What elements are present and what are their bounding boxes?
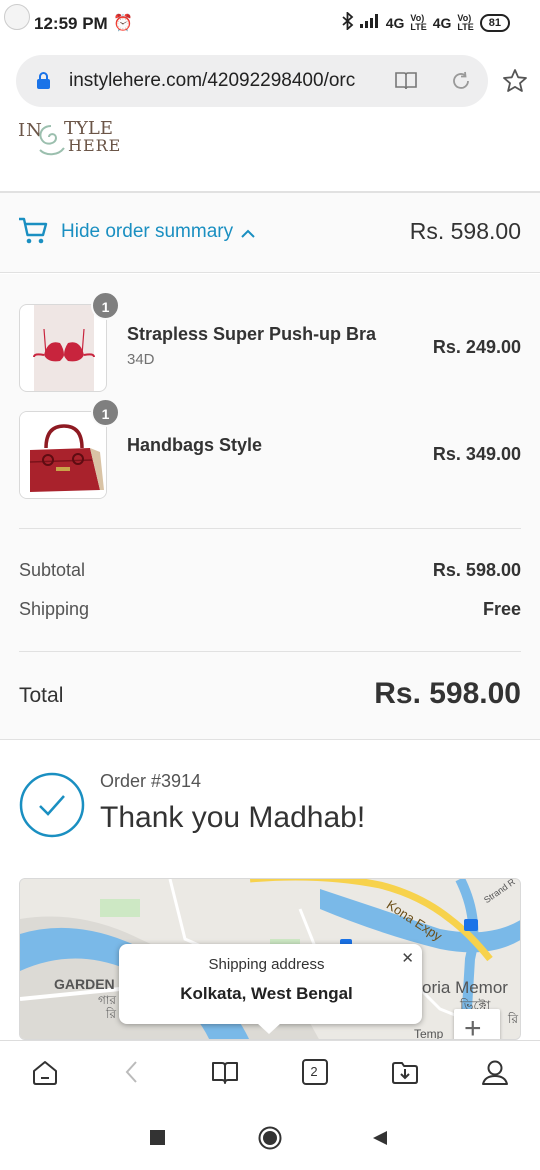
order-number: Order #3914 xyxy=(100,771,202,791)
subtotal-value: Rs. 598.00 xyxy=(432,560,521,580)
map-label-garden-local-2: রি xyxy=(106,1007,117,1021)
line-item: 1 Strapless Super Push-up Bra 34D Rs. 24… xyxy=(19,291,521,392)
plus-icon: + xyxy=(464,1012,482,1040)
signal-strength-icon xyxy=(359,14,380,31)
summary-total-price: Rs. 598.00 xyxy=(409,218,521,244)
alarm-off-icon: ⏰ xyxy=(113,15,133,32)
product-variant: 34D xyxy=(127,351,155,368)
store-logo[interactable]: IN TYLE HERE xyxy=(18,116,122,160)
network-type-2: 4G xyxy=(432,14,452,31)
zoom-in-button[interactable]: + xyxy=(454,1009,500,1040)
back-icon[interactable] xyxy=(118,1057,148,1087)
logo-swirl-icon xyxy=(39,125,65,156)
bookmarks-book-icon[interactable] xyxy=(210,1057,240,1087)
thank-you-heading: Thank you Madhab! xyxy=(100,801,366,834)
cart-icon[interactable] xyxy=(18,217,48,250)
android-navigation-bar xyxy=(0,1106,540,1170)
product-thumbnail xyxy=(19,304,107,392)
bookmark-star-icon[interactable] xyxy=(502,68,528,99)
home-circle-icon[interactable] xyxy=(258,1126,282,1155)
divider xyxy=(19,528,521,529)
map-label-garden: GARDEN xyxy=(54,976,115,992)
volte-icon-2: Vo) LTE xyxy=(457,12,474,32)
status-indicators: 4G Vo) LTE 4G Vo) LTE 81 xyxy=(342,10,510,33)
line-item: 1 Handbags Style Rs. 349.00 xyxy=(19,398,521,499)
quantity-badge: 1 xyxy=(91,398,120,427)
reload-icon[interactable] xyxy=(450,70,472,97)
total-value: Rs. 598.00 xyxy=(374,677,521,710)
status-time: 12:59 PM xyxy=(34,14,108,33)
popup-pointer xyxy=(257,1023,281,1034)
shipping-value: Free xyxy=(482,599,521,619)
checkmark-circle-icon xyxy=(19,772,85,838)
subtotal-label: Subtotal xyxy=(19,560,86,580)
back-triangle-icon[interactable] xyxy=(372,1130,388,1151)
product-name: Strapless Super Push-up Bra xyxy=(127,324,377,344)
downloads-folder-icon[interactable] xyxy=(390,1057,420,1087)
status-bar: 12:59 PM ⏰ 4G Vo) LTE 4G Vo) LTE 81 xyxy=(0,0,540,48)
network-type-1: 4G xyxy=(385,14,405,31)
product-thumbnail xyxy=(19,411,107,499)
order-summary-toggle[interactable]: Hide order summary Rs. 598.00 xyxy=(0,193,540,273)
quantity-badge: 1 xyxy=(91,291,120,320)
order-summary-panel: 1 Strapless Super Push-up Bra 34D Rs. 24… xyxy=(0,274,540,740)
lock-icon[interactable] xyxy=(37,72,50,89)
tabs-button[interactable]: 2 xyxy=(300,1057,330,1087)
screen-record-indicator-icon xyxy=(4,4,30,30)
account-icon[interactable] xyxy=(480,1057,510,1087)
product-price: Rs. 249.00 xyxy=(432,337,521,357)
hide-order-summary-link[interactable]: Hide order summary xyxy=(61,221,233,243)
total-label: Total xyxy=(19,684,64,707)
product-price: Rs. 349.00 xyxy=(432,444,521,464)
home-icon[interactable] xyxy=(30,1057,60,1087)
battery-icon: 81 xyxy=(479,13,510,32)
address-bar[interactable]: instylehere.com/42092298400/orc xyxy=(16,55,488,107)
volte-icon: Vo) LTE xyxy=(410,12,427,32)
recents-icon[interactable] xyxy=(150,1130,165,1145)
tabs-count: 2 xyxy=(310,1064,318,1079)
popup-location: Kolkata, West Bengal xyxy=(180,984,353,1003)
shipping-label: Shipping xyxy=(19,599,90,619)
url-text[interactable]: instylehere.com/42092298400/orc xyxy=(69,70,384,92)
divider xyxy=(19,651,521,652)
popup-title: Shipping address xyxy=(208,956,325,973)
close-icon[interactable]: ✕ xyxy=(401,949,414,967)
logo-text-here: HERE xyxy=(68,136,122,155)
map-label-temple: Temp xyxy=(414,1027,444,1040)
bluetooth-icon xyxy=(342,10,354,33)
chevron-up-icon[interactable] xyxy=(241,226,255,244)
shipping-address-popup: Shipping address Kolkata, West Bengal ✕ xyxy=(119,944,422,1034)
map-label-memorial: oria Memor xyxy=(422,978,508,997)
product-name: Handbags Style xyxy=(127,435,263,455)
browser-bottom-toolbar: 2 xyxy=(0,1040,540,1106)
reader-mode-icon[interactable] xyxy=(394,70,418,97)
map-label-temple-local: রি xyxy=(508,1012,519,1026)
